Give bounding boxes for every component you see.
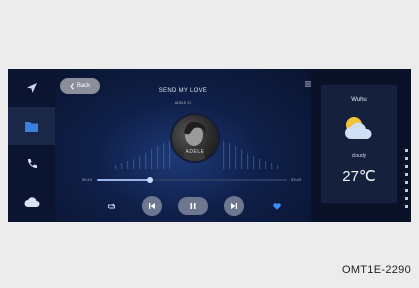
status-icon (405, 197, 408, 200)
play-pause-button[interactable] (178, 197, 208, 215)
progress-bar[interactable] (97, 177, 287, 183)
status-icon (405, 189, 408, 192)
sidebar-item-media[interactable] (8, 107, 55, 145)
repeat-icon (107, 202, 115, 208)
weather-condition: cloudy (351, 153, 367, 159)
sidebar-item-phone[interactable] (8, 145, 55, 183)
media-player: ❮ Back SEND MY LOVE ADELE 21 ADELE 00:14… (55, 69, 311, 222)
status-icon (405, 205, 408, 208)
skip-previous-icon (149, 203, 155, 209)
infotainment-screen: ❮ Back SEND MY LOVE ADELE 21 ADELE 00:14… (8, 69, 411, 222)
album-art: ADELE (172, 115, 218, 161)
figure-code: OMT1E-2290 (341, 264, 411, 276)
time-total: 03:43 (291, 177, 302, 182)
next-button[interactable] (224, 196, 244, 216)
repeat-button[interactable] (105, 195, 117, 217)
folder-icon (25, 121, 38, 132)
phone-icon (27, 159, 37, 168)
album-text: ADELE (185, 149, 205, 155)
weather-city: Wuhu (351, 97, 367, 103)
progress-handle[interactable] (147, 177, 154, 183)
navigation-icon (26, 83, 37, 93)
sidebar-item-cloud[interactable] (8, 183, 55, 221)
skip-next-icon (231, 203, 237, 209)
cloud-icon (24, 197, 39, 207)
status-icons (402, 69, 411, 222)
favorite-button[interactable] (271, 195, 283, 217)
song-title: SEND MY LOVE (158, 88, 208, 94)
progress-fill (97, 179, 151, 181)
pause-icon (190, 203, 196, 209)
time-elapsed: 00:14 (82, 177, 93, 182)
sidebar-item-navigation[interactable] (8, 69, 55, 107)
previous-button[interactable] (142, 196, 162, 216)
status-icon (405, 181, 408, 184)
sidebar (8, 69, 55, 222)
heart-icon (273, 202, 281, 210)
status-icon (405, 165, 408, 168)
status-icon (405, 149, 408, 152)
menu-icon[interactable] (305, 81, 311, 87)
weather-card[interactable]: Wuhu cloudy 27℃ (321, 85, 397, 203)
status-icon (405, 157, 408, 160)
partly-cloudy-icon (345, 117, 372, 139)
status-icon (405, 173, 408, 176)
song-artist: ADELE 21 (174, 101, 192, 105)
weather-temperature: 27℃ (342, 168, 376, 185)
